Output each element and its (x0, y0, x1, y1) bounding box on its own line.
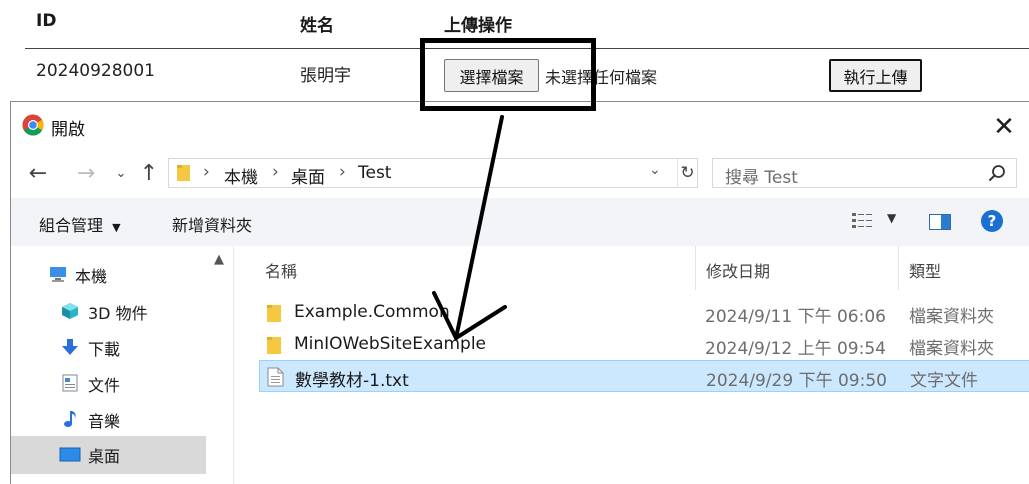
address-row: ← → ⌄ ↑ › 本機 › 桌面 › Test ⌄ ↻ 搜尋 Test (11, 150, 1029, 198)
music-icon (64, 411, 76, 427)
help-icon[interactable]: ? (981, 210, 1003, 232)
up-arrow-icon[interactable]: ↑ (134, 158, 164, 188)
nav-label: 桌面 (88, 447, 121, 466)
column-header-id: ID (36, 11, 57, 31)
breadcrumb-this-pc[interactable]: 本機 (224, 163, 258, 188)
dropdown-triangle-icon: ▼ (112, 221, 121, 234)
address-dropdown-icon[interactable]: ⌄ (649, 162, 661, 178)
file-row[interactable]: MinIOWebSiteExample 2024/9/12 上午 09:54 檔… (259, 329, 1029, 361)
breadcrumb-separator-icon: › (339, 162, 346, 182)
address-bar[interactable]: › 本機 › 桌面 › Test ⌄ ↻ (168, 158, 698, 188)
view-dropdown-icon[interactable]: ▼ (887, 211, 896, 225)
nav-label: 下載 (88, 340, 121, 359)
refresh-icon[interactable]: ↻ (677, 159, 697, 187)
navigation-scrollbar[interactable]: ▲ (206, 246, 234, 484)
text-file-icon (267, 367, 284, 387)
scroll-up-icon[interactable]: ▲ (214, 252, 224, 267)
file-name: Example.Common (294, 302, 450, 322)
navigation-pane: 本機 3D 物件 下載 文件 音樂 桌面 (11, 246, 206, 484)
breadcrumb-desktop[interactable]: 桌面 (291, 163, 325, 188)
open-file-dialog: 開啟 ✕ ← → ⌄ ↑ › 本機 › 桌面 › Test ⌄ ↻ 搜尋 Tes… (10, 101, 1029, 484)
documents-icon (62, 374, 78, 392)
column-header-name: 姓名 (300, 16, 334, 36)
nav-item-documents[interactable]: 文件 (11, 365, 206, 401)
nav-item-downloads[interactable]: 下載 (11, 329, 206, 365)
desktop-icon (59, 447, 81, 462)
student-id-cell: 20240928001 (36, 61, 155, 81)
column-type-label: 類型 (909, 262, 942, 281)
file-row[interactable]: Example.Common 2024/9/11 下午 06:06 檔案資料夾 (259, 297, 1029, 329)
preview-pane-icon[interactable] (929, 214, 951, 230)
student-name-cell: 張明宇 (300, 66, 351, 86)
nav-item-this-pc[interactable]: 本機 (11, 256, 206, 292)
nav-item-desktop[interactable]: 桌面 (11, 436, 206, 474)
nav-label: 音樂 (88, 412, 121, 431)
column-header-name-sort[interactable]: 名稱 (234, 246, 696, 290)
column-name-label: 名稱 (265, 262, 298, 281)
upload-button[interactable]: 執行上傳 (829, 59, 922, 92)
folder-icon (267, 337, 281, 354)
chrome-icon (22, 114, 44, 136)
folder-icon (177, 165, 190, 181)
search-input[interactable]: 搜尋 Test (712, 158, 1017, 188)
file-type: 檔案資料夾 (909, 339, 994, 359)
recent-locations-chevron-icon[interactable]: ⌄ (106, 158, 136, 188)
column-header-upload: 上傳操作 (444, 16, 512, 36)
view-options-icon[interactable] (851, 212, 873, 230)
search-placeholder: 搜尋 Test (725, 168, 798, 188)
column-modified-label: 修改日期 (706, 262, 771, 281)
forward-arrow-icon[interactable]: → (71, 158, 101, 188)
nav-label: 本機 (75, 267, 108, 286)
annotation-highlight-box (420, 38, 596, 111)
nav-item-3d-objects[interactable]: 3D 物件 (11, 293, 206, 329)
organize-menu[interactable]: 組合管理 ▼ (39, 212, 121, 236)
column-header-modified[interactable]: 修改日期 (696, 246, 899, 290)
breadcrumb-separator-icon: › (272, 162, 279, 182)
file-modified: 2024/9/11 下午 06:06 (705, 307, 886, 327)
nav-item-music[interactable]: 音樂 (11, 401, 206, 437)
file-row-selected[interactable]: 數學教材-1.txt 2024/9/29 下午 09:50 文字文件 (259, 360, 1029, 392)
3d-objects-icon (62, 303, 78, 319)
search-icon (988, 165, 1005, 182)
nav-label: 3D 物件 (88, 304, 148, 323)
download-icon (62, 339, 78, 355)
column-header-type[interactable]: 類型 (899, 246, 1029, 290)
close-icon[interactable]: ✕ (989, 112, 1019, 142)
new-folder-button[interactable]: 新增資料夾 (172, 212, 252, 236)
breadcrumb-test[interactable]: Test (358, 163, 391, 183)
organize-label: 組合管理 (39, 216, 104, 235)
computer-icon (50, 267, 66, 282)
dialog-toolbar: 組合管理 ▼ 新增資料夾 ▼ ? (11, 198, 1029, 246)
file-type: 檔案資料夾 (909, 307, 994, 327)
breadcrumb-separator-icon: › (203, 162, 210, 182)
dialog-title: 開啟 (51, 120, 85, 140)
file-type: 文字文件 (910, 371, 978, 391)
file-list: 名稱 修改日期 類型 Example.Common 2024/9/11 下午 0… (234, 246, 1029, 484)
folder-icon (267, 305, 281, 322)
file-modified: 2024/9/29 下午 09:50 (706, 371, 887, 391)
file-name: MinIOWebSiteExample (294, 334, 487, 354)
file-modified: 2024/9/12 上午 09:54 (705, 339, 886, 359)
back-arrow-icon[interactable]: ← (23, 158, 53, 188)
file-name: 數學教材-1.txt (295, 371, 409, 391)
nav-label: 文件 (88, 376, 121, 395)
